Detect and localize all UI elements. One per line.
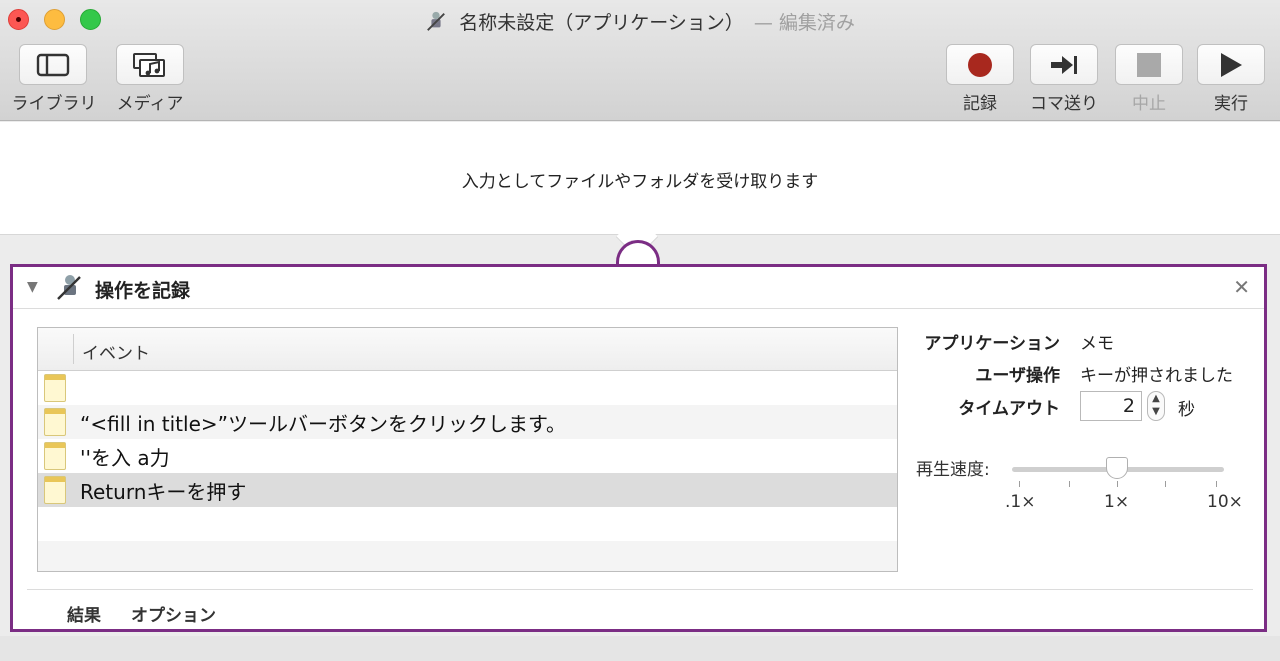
timeout-stepper[interactable]: ▲ ▼ xyxy=(1147,391,1165,421)
stop-button[interactable] xyxy=(1115,44,1183,85)
sidebar-icon xyxy=(36,53,70,76)
speed-label: 再生速度: xyxy=(916,460,990,480)
stop-icon xyxy=(1137,52,1161,77)
library-button[interactable] xyxy=(19,44,87,85)
event-text: ''を入 a力 xyxy=(80,446,170,470)
application-value: メモ xyxy=(1080,334,1114,354)
speed-mid-label: 1× xyxy=(1104,492,1130,512)
event-text: “<fill in title>”ツールバーボタンをクリックします。 xyxy=(80,412,566,436)
edited-status: — 編集済み xyxy=(753,12,855,34)
user-action-value: キーが押されました xyxy=(1080,366,1233,386)
table-row[interactable]: ''を入 a力 xyxy=(38,439,897,473)
input-description: 入力としてファイルやフォルダを受け取ります xyxy=(461,172,819,192)
speed-min-label: .1× xyxy=(1005,492,1036,512)
slider-tick xyxy=(1216,481,1217,487)
library-label: ライブラリ xyxy=(11,94,97,114)
user-action-label: ユーザ操作 xyxy=(975,366,1060,386)
events-column-header[interactable]: イベント xyxy=(82,339,150,364)
event-note-icon xyxy=(44,442,66,470)
media-icon xyxy=(133,52,165,77)
options-tab[interactable]: オプション xyxy=(131,601,216,626)
application-label: アプリケーション xyxy=(924,334,1060,354)
step-forward-icon xyxy=(1051,55,1077,74)
media-button[interactable] xyxy=(116,44,184,85)
timeout-input[interactable]: 2 xyxy=(1080,391,1142,421)
slider-tick xyxy=(1069,481,1070,487)
event-note-icon xyxy=(44,408,66,436)
event-text: Returnキーを押す xyxy=(80,480,247,504)
automator-robot-icon xyxy=(427,11,446,31)
action-title: 操作を記録 xyxy=(95,280,191,302)
table-row-empty xyxy=(38,507,897,541)
run-label: 実行 xyxy=(1214,94,1248,114)
workflow-bottom-area xyxy=(0,636,1280,661)
event-note-icon xyxy=(44,476,66,504)
speed-max-label: 10× xyxy=(1207,492,1243,512)
events-table-header: イベント xyxy=(38,328,897,371)
column-divider xyxy=(73,334,74,364)
table-row-empty xyxy=(38,541,897,571)
event-note-icon xyxy=(44,374,66,402)
results-tab[interactable]: 結果 xyxy=(67,601,101,626)
chevron-down-icon[interactable]: ▼ xyxy=(1148,405,1164,418)
table-row[interactable]: “<fill in title>”ツールバーボタンをクリックします。 xyxy=(38,405,897,439)
step-button[interactable] xyxy=(1030,44,1098,85)
events-table: イベント “<fill in title>”ツールバーボタンをクリックします。 … xyxy=(37,327,898,572)
run-button[interactable] xyxy=(1197,44,1265,85)
play-icon xyxy=(1221,52,1242,77)
automator-robot-icon xyxy=(57,275,81,300)
media-label: メディア xyxy=(116,94,184,114)
table-row[interactable] xyxy=(38,371,897,405)
window-title-text: 名称未設定（アプリケーション） xyxy=(459,12,744,34)
workflow-input-area: 入力としてファイルやフォルダを受け取ります xyxy=(0,122,1280,259)
record-icon xyxy=(968,52,992,77)
table-row-selected[interactable]: Returnキーを押す xyxy=(38,473,897,507)
action-header: ▼ 操作を記録 ✕ xyxy=(13,267,1264,309)
speed-slider-thumb[interactable] xyxy=(1106,457,1128,479)
disclosure-triangle-icon[interactable]: ▼ xyxy=(27,279,38,295)
slider-tick xyxy=(1165,481,1166,487)
window-title: 名称未設定（アプリケーション） — 編集済み xyxy=(0,8,1280,35)
record-button[interactable] xyxy=(946,44,1014,85)
title-toolbar: 名称未設定（アプリケーション） — 編集済み ライブラリ メディア 記録 コマ送り xyxy=(0,0,1280,121)
chevron-up-icon[interactable]: ▲ xyxy=(1148,392,1164,405)
remove-action-icon[interactable]: ✕ xyxy=(1233,275,1250,299)
timeout-label: タイムアウト xyxy=(958,399,1060,419)
action-properties: アプリケーション メモ ユーザ操作 キーが押されました タイムアウト 2 ▲ ▼… xyxy=(913,327,1253,527)
slider-tick xyxy=(1019,481,1020,487)
action-footer: 結果 オプション xyxy=(27,589,1253,629)
watch-me-do-action: ▼ 操作を記録 ✕ イベント “<fill in title>”ツールバーボタン… xyxy=(10,264,1267,632)
slider-tick xyxy=(1117,481,1118,487)
timeout-unit: 秒 xyxy=(1178,400,1195,420)
